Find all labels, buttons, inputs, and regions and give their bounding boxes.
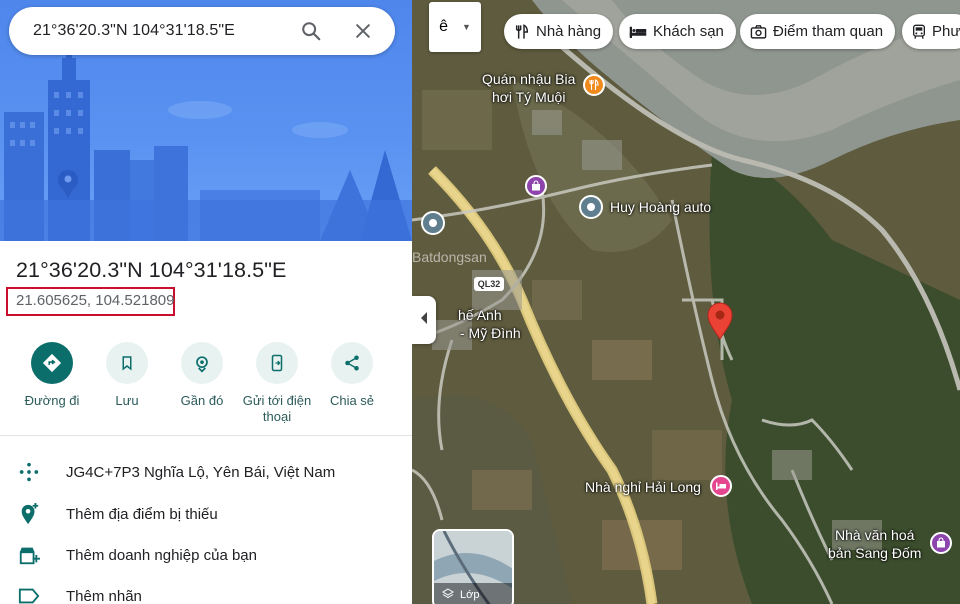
chip-attractions-label: Điểm tham quan	[773, 23, 884, 40]
chip-transit-label: Phư	[932, 23, 960, 40]
decimal-coordinates[interactable]: 21.605625, 104.521809	[16, 292, 175, 309]
add-place-row[interactable]: Thêm địa điểm bị thiếu	[0, 496, 412, 532]
bookmark-icon	[106, 342, 148, 384]
save-button[interactable]: Lưu	[89, 342, 165, 409]
plus-code-text: JG4C+7P3 Nghĩa Lộ, Yên Bái, Việt Nam	[66, 463, 336, 481]
camera-icon	[750, 24, 767, 39]
poi-label-the-anh-line1: hế Anh	[458, 307, 502, 323]
share-button[interactable]: Chia sẻ	[314, 342, 390, 409]
map-canvas[interactable]: Batdongsan Quán nhậu Bia hơi Tý Muội Huy…	[412, 0, 960, 604]
chip-transit[interactable]: Phư	[902, 14, 960, 49]
layers-label-bar: Lớp	[434, 583, 512, 604]
add-business-text: Thêm doanh nghiệp của bạn	[66, 546, 257, 564]
poi-label-nha-van-hoa[interactable]: Nhà văn hoá bản Sang Đốm	[828, 526, 921, 562]
hotel-marker-icon[interactable]	[710, 475, 732, 497]
send-to-phone-label: Gửi tới điện thoại	[242, 393, 312, 424]
search-box[interactable]: 21°36'20.3"N 104°31'18.5"E	[9, 7, 395, 55]
poi-label-quan-nhau[interactable]: Quán nhậu Bia hơi Tý Muội	[482, 70, 575, 106]
place-marker-icon[interactable]	[579, 195, 603, 219]
label-icon	[0, 587, 58, 604]
poi-label-the-anh-line2: - Mỹ Đình	[460, 325, 521, 341]
chip-hotels[interactable]: Khách sạn	[619, 14, 736, 49]
road-shield-ql32: QL32	[474, 277, 504, 291]
poi-label-nha-van-hoa-line1: Nhà văn hoá	[835, 527, 915, 543]
chevron-left-icon	[420, 311, 428, 329]
place-panel: 21°36'20.3"N 104°31'18.5"E 21°36'20.3"N …	[0, 0, 412, 604]
add-label-row[interactable]: Thêm nhãn	[0, 578, 412, 604]
chip-hotels-label: Khách sạn	[653, 23, 724, 40]
nearby-label: Gần đó	[180, 393, 224, 408]
place-marker-icon[interactable]	[421, 211, 445, 235]
poi-label-quan-nhau-line1: Quán nhậu Bia	[482, 71, 576, 87]
poi-label-quan-nhau-line2: hơi Tý Muội	[491, 89, 566, 105]
nearby-icon	[181, 342, 223, 384]
search-input[interactable]: 21°36'20.3"N 104°31'18.5"E	[33, 22, 291, 40]
collapse-panel-button[interactable]	[412, 296, 436, 344]
poi-label-huy-hoang[interactable]: Huy Hoàng auto	[610, 199, 711, 215]
place-title: 21°36'20.3"N 104°31'18.5"E	[16, 258, 287, 282]
divider	[0, 435, 412, 436]
maps-app: 21°36'20.3"N 104°31'18.5"E 21°36'20.3"N …	[0, 0, 960, 604]
hotel-icon	[629, 25, 647, 39]
watermark: Batdongsan	[412, 249, 487, 265]
shopping-marker-icon[interactable]	[930, 532, 952, 554]
send-to-phone-icon	[256, 342, 298, 384]
poi-label-nha-nghi[interactable]: Nhà nghỉ Hải Long	[585, 479, 701, 495]
layers-button[interactable]: Lớp	[432, 529, 514, 604]
nearby-button[interactable]: Gần đó	[164, 342, 240, 409]
add-label-text: Thêm nhãn	[66, 587, 142, 604]
send-to-phone-button[interactable]: Gửi tới điện thoại	[239, 342, 315, 425]
chip-restaurants-label: Nhà hàng	[536, 23, 602, 40]
close-icon[interactable]	[343, 11, 383, 51]
shopping-marker-icon[interactable]	[525, 175, 547, 197]
restaurant-marker-icon[interactable]	[583, 74, 605, 96]
add-place-text: Thêm địa điểm bị thiếu	[66, 505, 218, 523]
action-bar: Đường đi Lưu Gần đó Gửi tới điện thoại C…	[0, 342, 412, 432]
layers-icon	[442, 587, 454, 603]
add-business-icon	[0, 544, 58, 566]
plus-code-icon	[0, 461, 58, 483]
poi-label-the-anh[interactable]: hế Anh - Mỹ Đình	[458, 306, 521, 342]
poi-label-nha-van-hoa-line2: bản Sang Đốm	[828, 545, 922, 561]
add-place-icon	[0, 502, 58, 526]
map-type-label: ê	[439, 18, 448, 35]
directions-label: Đường đi	[24, 393, 80, 408]
map-type-switch[interactable]: ê ▼	[429, 2, 481, 52]
directions-icon	[31, 342, 73, 384]
save-label: Lưu	[115, 393, 139, 408]
directions-button[interactable]: Đường đi	[14, 342, 90, 409]
restaurant-icon	[514, 23, 530, 40]
location-pin-icon[interactable]	[706, 302, 734, 340]
layers-label: Lớp	[460, 589, 480, 601]
chevron-down-icon: ▼	[461, 22, 471, 32]
chip-restaurants[interactable]: Nhà hàng	[504, 14, 614, 49]
add-business-row[interactable]: Thêm doanh nghiệp của bạn	[0, 537, 412, 573]
plus-code-row[interactable]: JG4C+7P3 Nghĩa Lộ, Yên Bái, Việt Nam	[0, 454, 412, 490]
search-icon[interactable]	[291, 11, 331, 51]
chip-attractions[interactable]: Điểm tham quan	[740, 14, 896, 49]
share-icon	[331, 342, 373, 384]
share-label: Chia sẻ	[329, 393, 375, 408]
transit-icon	[912, 24, 926, 40]
